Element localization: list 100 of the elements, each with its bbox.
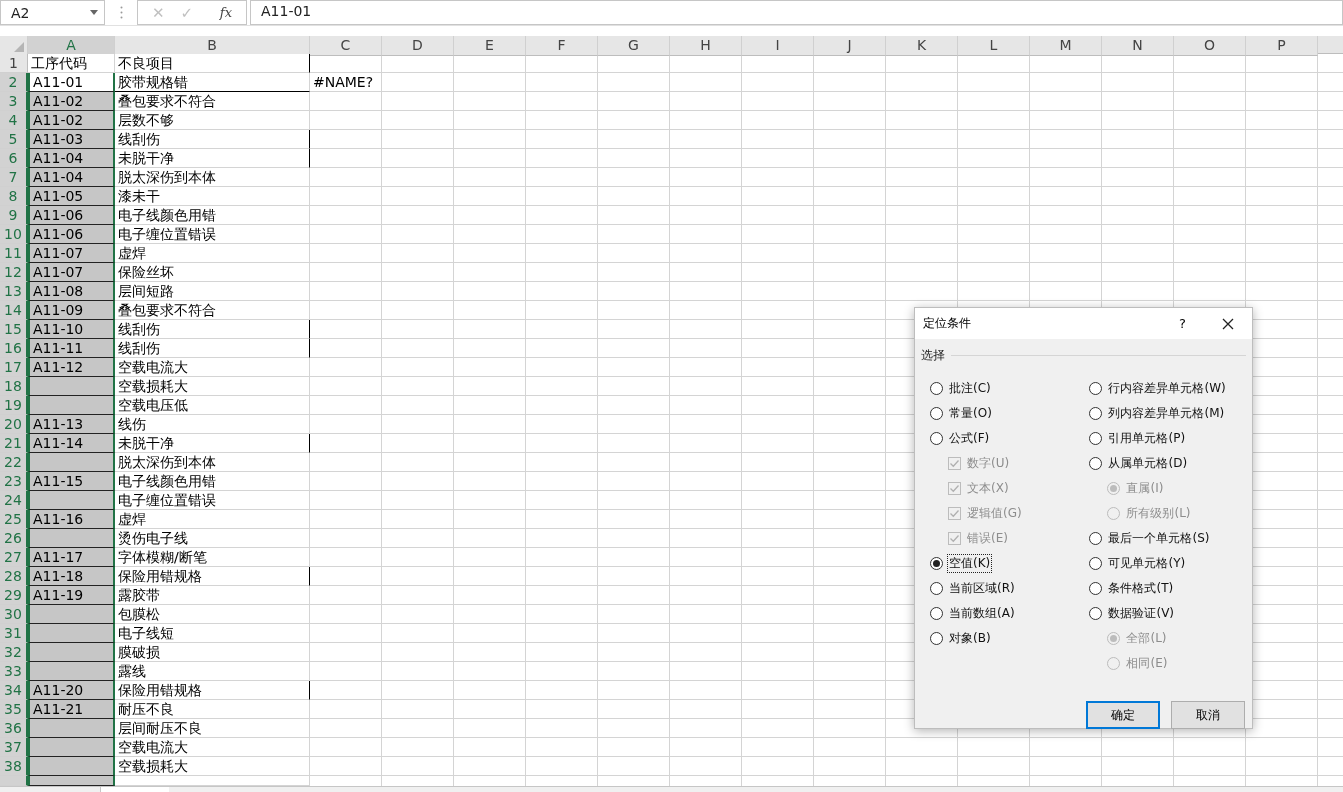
- dropdown-caret-icon[interactable]: [90, 10, 98, 15]
- radio-button[interactable]: [1089, 382, 1103, 395]
- radio-button[interactable]: [1089, 457, 1103, 470]
- column-header[interactable]: K: [886, 36, 958, 56]
- table-cell: 层间耐压不良: [115, 719, 310, 738]
- row-header[interactable]: 7: [0, 168, 28, 187]
- option-label[interactable]: 常量(O): [947, 404, 994, 423]
- column-header[interactable]: G: [598, 36, 670, 56]
- row-header[interactable]: 23: [0, 472, 28, 491]
- row-header[interactable]: 15: [0, 320, 28, 339]
- radio-button[interactable]: [930, 607, 943, 620]
- radio-button[interactable]: [1089, 532, 1103, 545]
- column-header[interactable]: O: [1174, 36, 1246, 56]
- row-header[interactable]: 20: [0, 415, 28, 434]
- ok-button[interactable]: 确定: [1086, 701, 1160, 729]
- option-label[interactable]: 引用单元格(P): [1106, 429, 1188, 448]
- option-label[interactable]: 数据验证(V): [1106, 604, 1177, 623]
- row-header[interactable]: 11: [0, 244, 28, 263]
- column-header[interactable]: C: [310, 36, 382, 56]
- option-label[interactable]: 公式(F): [947, 429, 992, 448]
- radio-button[interactable]: [930, 407, 943, 420]
- row-header[interactable]: 27: [0, 548, 28, 567]
- option-label[interactable]: 可见单元格(Y): [1106, 554, 1188, 573]
- table-cell: 空载损耗大: [115, 757, 310, 776]
- column-header[interactable]: H: [670, 36, 742, 56]
- row-header[interactable]: 33: [0, 662, 28, 681]
- row-header[interactable]: 18: [0, 377, 28, 396]
- radio-button[interactable]: [930, 632, 943, 645]
- name-box[interactable]: A2: [0, 0, 105, 25]
- row-header[interactable]: 6: [0, 149, 28, 168]
- radio-button[interactable]: [930, 557, 943, 570]
- cancel-button[interactable]: 取消: [1171, 701, 1245, 729]
- insert-function-button[interactable]: fx: [215, 5, 236, 20]
- option-label[interactable]: 当前数组(A): [947, 604, 1017, 623]
- row-header[interactable]: 32: [0, 643, 28, 662]
- option-label[interactable]: 空值(K): [947, 554, 993, 573]
- table-cell: A11-15: [28, 472, 115, 491]
- row-header[interactable]: 14: [0, 301, 28, 320]
- column-header[interactable]: L: [958, 36, 1030, 56]
- radio-button[interactable]: [930, 582, 943, 595]
- radio-button[interactable]: [1089, 557, 1103, 570]
- table-cell: 胶带规格错: [115, 73, 310, 92]
- radio-button[interactable]: [1089, 582, 1103, 595]
- formula-field[interactable]: A11-01: [250, 0, 1343, 25]
- column-header[interactable]: A: [28, 36, 115, 56]
- row-header[interactable]: 16: [0, 339, 28, 358]
- radio-button[interactable]: [1089, 407, 1103, 420]
- help-button[interactable]: ?: [1175, 316, 1190, 331]
- option-label[interactable]: 对象(B): [947, 629, 993, 648]
- row-header[interactable]: 1: [0, 54, 28, 73]
- row-header[interactable]: 38: [0, 757, 28, 776]
- option-label[interactable]: 从属单元格(D): [1106, 454, 1190, 473]
- table-cell: 空载损耗大: [115, 377, 310, 396]
- row-header[interactable]: [0, 776, 28, 786]
- row-header[interactable]: 8: [0, 187, 28, 206]
- row-header[interactable]: 4: [0, 111, 28, 130]
- row-header[interactable]: 34: [0, 681, 28, 700]
- row-header[interactable]: 12: [0, 263, 28, 282]
- close-icon[interactable]: [1222, 317, 1234, 330]
- row-header[interactable]: 9: [0, 206, 28, 225]
- table-cell: 漆未干: [115, 187, 310, 206]
- row-header[interactable]: 36: [0, 719, 28, 738]
- row-header[interactable]: 3: [0, 92, 28, 111]
- row-header[interactable]: 13: [0, 282, 28, 301]
- row-header[interactable]: 30: [0, 605, 28, 624]
- column-header[interactable]: D: [382, 36, 454, 56]
- column-header[interactable]: I: [742, 36, 814, 56]
- radio-button[interactable]: [1089, 432, 1103, 445]
- row-header[interactable]: 29: [0, 586, 28, 605]
- radio-button[interactable]: [930, 432, 943, 445]
- option-label[interactable]: 最后一个单元格(S): [1106, 529, 1212, 548]
- row-header[interactable]: 5: [0, 130, 28, 149]
- row-header[interactable]: 28: [0, 567, 28, 586]
- radio-button[interactable]: [1089, 607, 1103, 620]
- row-header[interactable]: 19: [0, 396, 28, 415]
- row-header[interactable]: 24: [0, 491, 28, 510]
- row-header[interactable]: 31: [0, 624, 28, 643]
- column-header[interactable]: F: [526, 36, 598, 56]
- row-header[interactable]: 35: [0, 700, 28, 719]
- table-cell: A11-05: [28, 187, 115, 206]
- option-label[interactable]: 条件格式(T): [1106, 579, 1176, 598]
- row-header[interactable]: 21: [0, 434, 28, 453]
- column-header[interactable]: P: [1246, 36, 1318, 56]
- row-header[interactable]: 22: [0, 453, 28, 472]
- row-header[interactable]: 37: [0, 738, 28, 757]
- row-header[interactable]: 10: [0, 225, 28, 244]
- column-header[interactable]: J: [814, 36, 886, 56]
- option-label[interactable]: 列内容差异单元格(M): [1106, 404, 1227, 423]
- row-header[interactable]: 26: [0, 529, 28, 548]
- option-label[interactable]: 当前区域(R): [947, 579, 1017, 598]
- radio-button[interactable]: [930, 382, 943, 395]
- row-header[interactable]: 25: [0, 510, 28, 529]
- column-header[interactable]: M: [1030, 36, 1102, 56]
- option-label[interactable]: 批注(C): [947, 379, 993, 398]
- column-header[interactable]: N: [1102, 36, 1174, 56]
- column-header[interactable]: E: [454, 36, 526, 56]
- option-label[interactable]: 行内容差异单元格(W): [1106, 379, 1228, 398]
- column-header[interactable]: B: [115, 36, 310, 56]
- row-header[interactable]: 17: [0, 358, 28, 377]
- row-header[interactable]: 2: [0, 73, 28, 92]
